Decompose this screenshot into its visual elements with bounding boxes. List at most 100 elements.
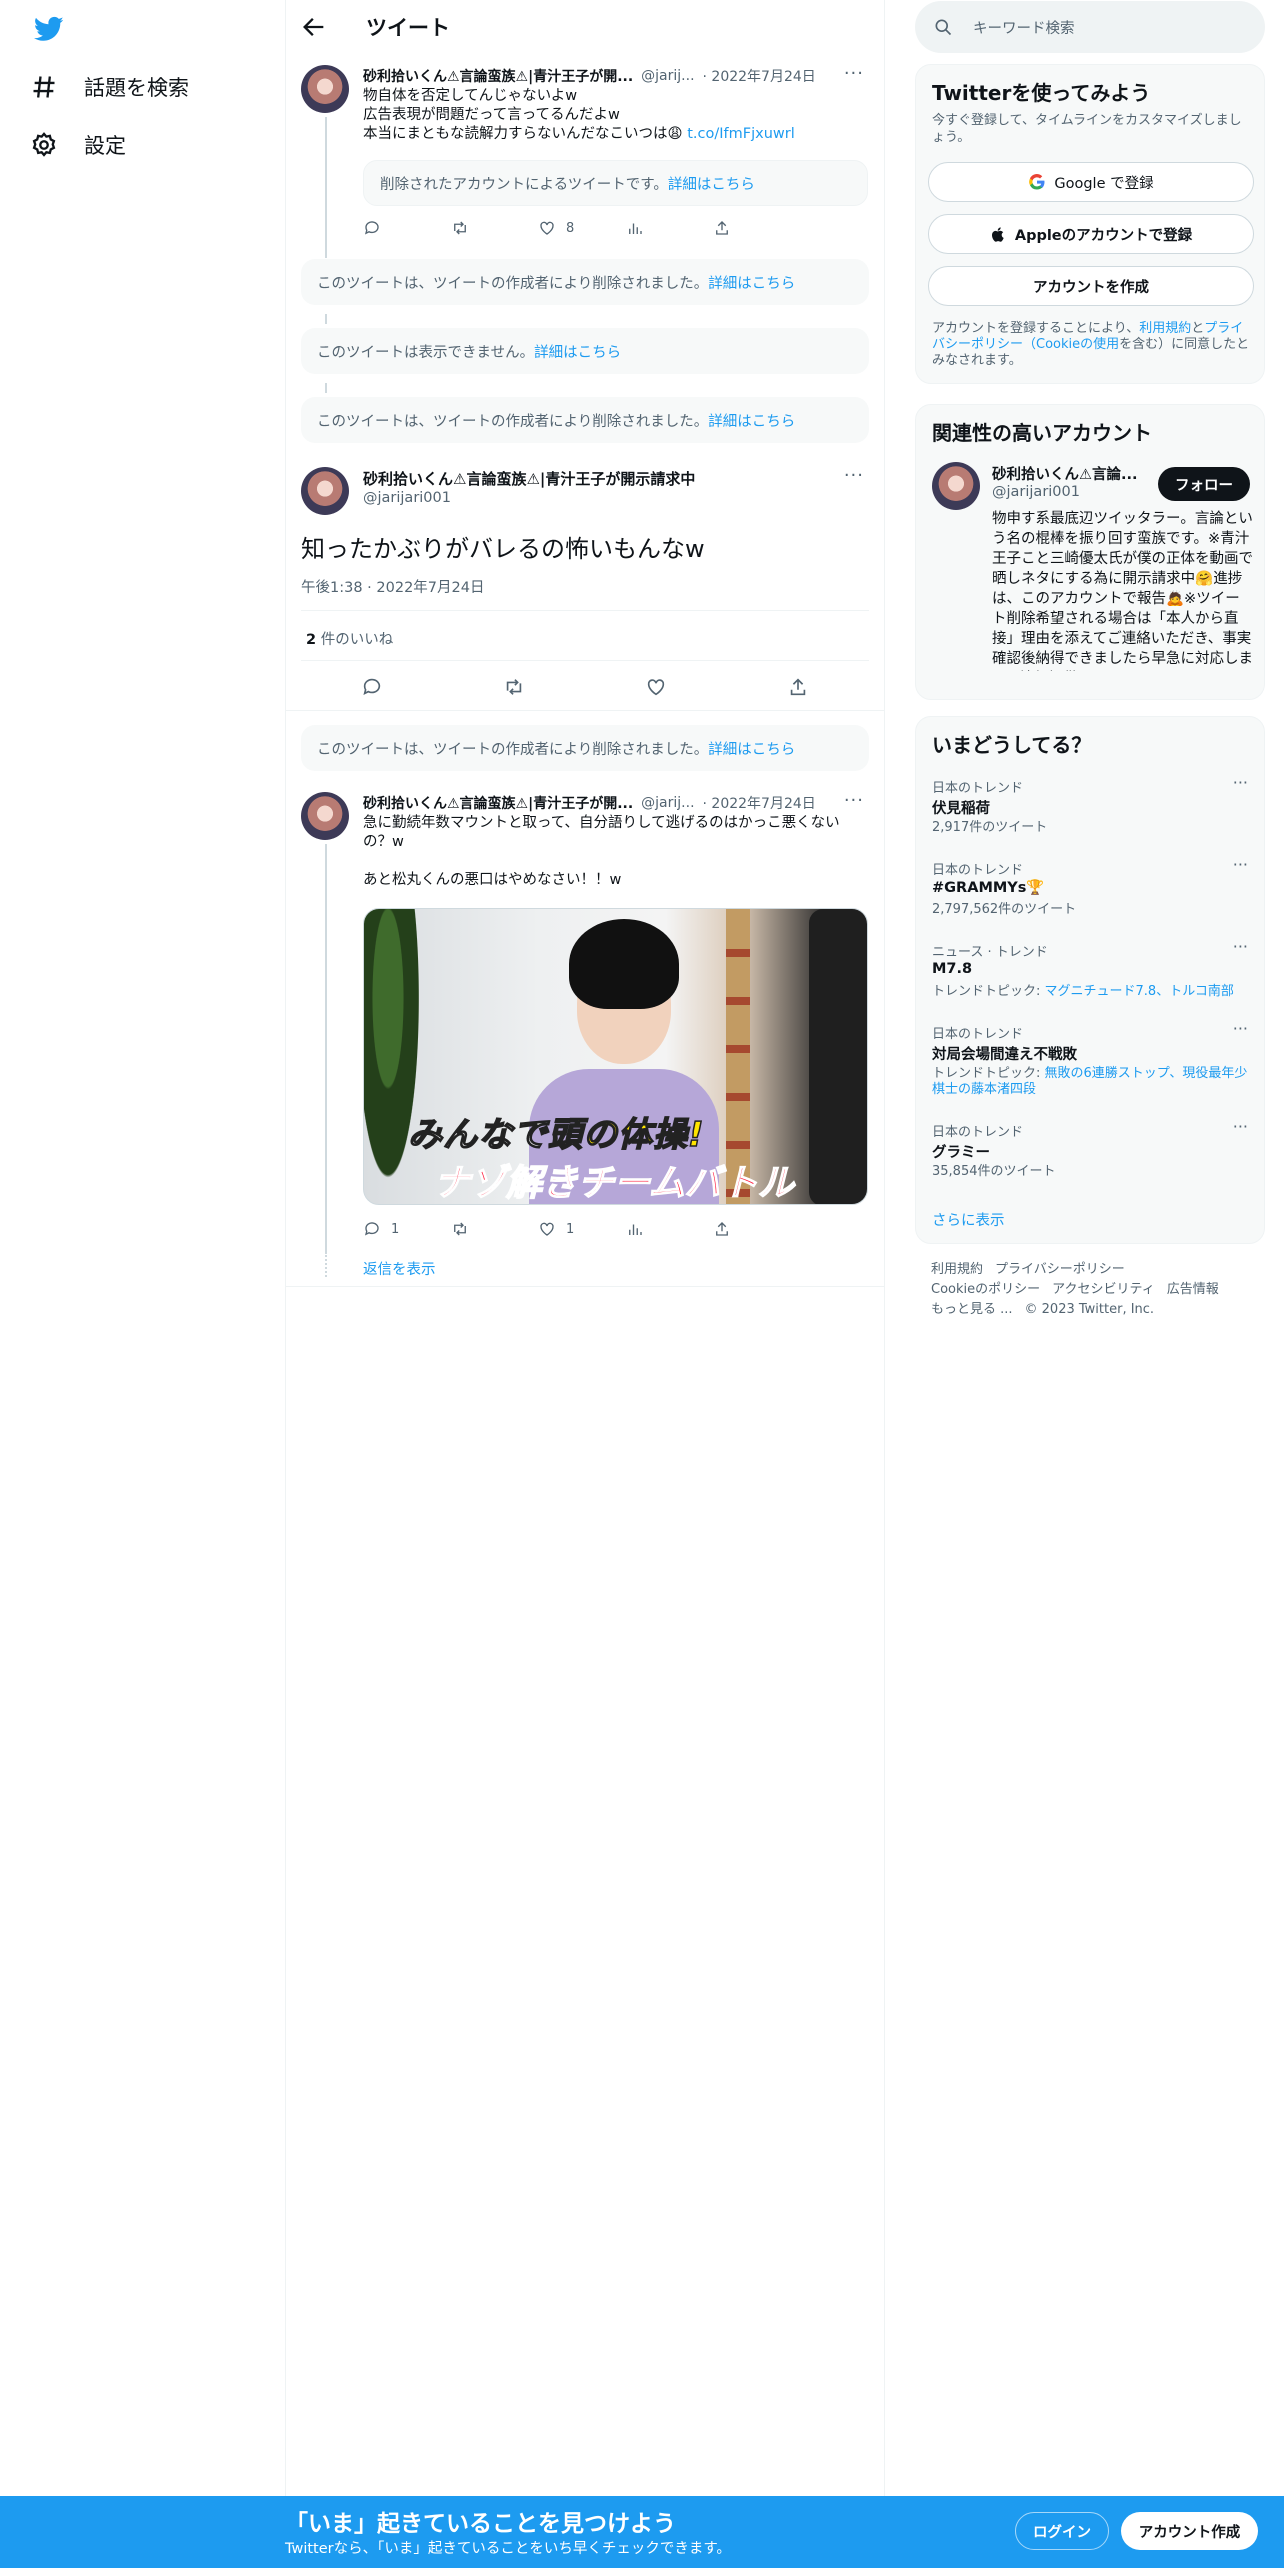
more-icon[interactable]: ··· [1233, 1117, 1248, 1136]
notice-text: このツイートは、ツイートの作成者により削除されました。 [317, 741, 709, 758]
author-name[interactable]: 砂利拾いくん⚠言論蛮族⚠|青汁王子が開示請求中 [363, 468, 695, 489]
footer-privacy-link[interactable]: プライバシーポリシー [995, 1262, 1125, 1277]
more-icon[interactable]: ··· [1233, 855, 1248, 874]
show-replies-link[interactable]: 返信を表示 [363, 1258, 436, 1279]
trend-name[interactable]: M7.8 [932, 961, 972, 977]
copyright: © 2023 Twitter, Inc. [1024, 1302, 1155, 1317]
thread-line [325, 383, 327, 393]
like-button[interactable]: 1 [538, 1218, 618, 1240]
more-icon[interactable]: ··· [1233, 1019, 1248, 1038]
notice-details-link[interactable]: 詳細はこちら [708, 738, 795, 759]
trend-name[interactable]: 対局会場間違え不戦敗 [932, 1043, 1077, 1064]
footer-cookie-link[interactable]: Cookieのポリシー [931, 1282, 1040, 1297]
trend-category: 日本のトレンド [932, 1125, 1024, 1140]
reply-icon[interactable] [361, 676, 383, 698]
trend-meta: 35,854件のツイート [932, 1164, 1056, 1179]
avatar[interactable] [301, 467, 349, 515]
share-button[interactable] [713, 1218, 793, 1240]
thread-line [325, 117, 327, 258]
author-name[interactable]: 砂利拾いくん⚠言論蛮族⚠|青汁王子が開... [363, 793, 633, 813]
tweet-actions: 8 [363, 217, 793, 239]
trend-name[interactable]: #GRAMMYs🏆 [932, 879, 1044, 896]
google-signup-label: Google で登録 [1054, 175, 1154, 192]
apple-signup-button[interactable]: Appleのアカウントで登録 [928, 214, 1254, 254]
search-box[interactable]: キーワード検索 [915, 1, 1265, 53]
tweet-image[interactable]: みんなで頭の体操! ナゾ解きチームバトル [363, 908, 868, 1205]
heart-icon[interactable] [645, 676, 667, 698]
share-icon[interactable] [787, 676, 809, 698]
author-name[interactable]: 砂利拾いくん⚠言論蛮族⚠|青汁王子が開... [363, 66, 633, 86]
share-button[interactable] [713, 217, 793, 239]
related-name[interactable]: 砂利拾いくん⚠言論... [992, 463, 1152, 484]
footer-ads-link[interactable]: 広告情報 [1167, 1282, 1219, 1297]
arrow-left-icon[interactable] [300, 13, 328, 41]
analytics-button[interactable] [626, 217, 706, 239]
google-signup-button[interactable]: Google で登録 [928, 162, 1254, 202]
reply-button[interactable] [363, 217, 443, 239]
more-icon[interactable]: ··· [1233, 937, 1248, 956]
show-more-link[interactable]: さらに表示 [932, 1209, 1005, 1230]
related-handle[interactable]: @jarijari001 [992, 484, 1080, 500]
login-button[interactable]: ログイン [1015, 2512, 1109, 2550]
more-icon[interactable]: ··· [1233, 773, 1248, 792]
trend-name[interactable]: グラミー [932, 1141, 990, 1162]
image-caption-1: みんなで頭の体操! [407, 1107, 705, 1156]
retweet-button[interactable] [451, 1218, 531, 1240]
more-icon[interactable]: ··· [844, 63, 864, 84]
tweet-1[interactable]: 砂利拾いくん⚠言論蛮族⚠|青汁王子が開... @jarij... · 2022年… [286, 53, 884, 258]
notice-details-link[interactable]: 詳細はこちら [534, 341, 621, 362]
tweet-2[interactable]: 砂利拾いくん⚠言論蛮族⚠|青汁王子が開... @jarij... · 2022年… [286, 780, 884, 1286]
terms-link[interactable]: 利用規約 [1139, 321, 1191, 336]
nav-settings[interactable]: 設定 [30, 119, 126, 171]
bar-chart-icon [628, 223, 642, 234]
divider [301, 610, 869, 611]
trend-topic-link[interactable]: マグニチュード7.8、トルコ南部 [1045, 984, 1234, 999]
signup-subtitle: 今すぐ登録して、タイムラインをカスタマイズしましょう。 [932, 113, 1242, 145]
footer-accessibility-link[interactable]: アクセシビリティ [1052, 1282, 1155, 1297]
likes-summary[interactable]: 2 件のいいね [306, 628, 393, 649]
more-icon[interactable]: ··· [844, 465, 864, 486]
quote-details-link[interactable]: 詳細はこちら [668, 173, 755, 194]
retweet-button[interactable] [451, 217, 531, 239]
twitter-bird-icon[interactable] [32, 14, 66, 44]
notice-details-link[interactable]: 詳細はこちら [708, 272, 795, 293]
like-count: 1 [566, 1221, 575, 1237]
tweet-link[interactable]: t.co/IfmFjxuwrl [687, 126, 795, 142]
nav-settings-label: 設定 [84, 134, 126, 158]
author-handle[interactable]: @jarij... [641, 795, 694, 811]
trends-title: いまどうしてる？ [932, 733, 1092, 757]
trend-meta-prefix: トレンドトピック: [932, 984, 1045, 999]
reply-button[interactable]: 1 [363, 1218, 443, 1240]
tweet-text: 急に勤続年数マウントと取って、自分語りして逃げるのはかっこ悪くないの？w あと松… [363, 815, 840, 888]
tweet-date[interactable]: · 2022年7月24日 [703, 793, 816, 813]
trend-name[interactable]: 伏見稲荷 [932, 797, 990, 818]
avatar[interactable] [932, 462, 980, 510]
search-input[interactable]: キーワード検索 [973, 17, 1075, 38]
notice-details-link[interactable]: 詳細はこちら [708, 410, 795, 431]
nav-explore[interactable]: 話題を検索 [30, 61, 189, 113]
author-handle[interactable]: @jarijari001 [363, 490, 451, 506]
footer-more-link[interactable]: もっと見る ... [931, 1302, 1013, 1317]
like-button[interactable]: 8 [538, 217, 618, 239]
signup-button[interactable]: アカウント作成 [1121, 2512, 1258, 2550]
analytics-button[interactable] [626, 1218, 706, 1240]
trend-meta: トレンドトピック: 無敗の6連勝ストップ、現役最年少棋士の藤本渚四段 [932, 1066, 1252, 1098]
avatar[interactable] [301, 65, 349, 113]
footer-terms-link[interactable]: 利用規約 [931, 1262, 983, 1277]
quoted-tweet[interactable]: 削除されたアカウントによるツイートです。 詳細はこちら [363, 160, 868, 206]
tweet-timestamp[interactable]: 午後1:38 · 2022年7月24日 [301, 576, 484, 597]
apple-signup-label: Appleのアカウントで登録 [1014, 227, 1193, 244]
more-icon[interactable]: ··· [844, 790, 864, 811]
retweet-icon[interactable] [503, 676, 525, 698]
author-handle[interactable]: @jarij... [641, 68, 694, 84]
related-bio: 物申す系最底辺ツイッタラー。言論という名の棍棒を振り回す蛮族です。※青汁王子こと… [992, 511, 1253, 667]
follow-button[interactable]: フォロー [1158, 467, 1250, 501]
related-title: 関連性の高いアカウント [932, 421, 1152, 445]
divider [286, 710, 884, 711]
create-account-button[interactable]: アカウントを作成 [928, 266, 1254, 306]
avatar[interactable] [301, 792, 349, 840]
tweet-text-body: 物自体を否定してんじゃないよw 広告表現が問題だって言ってるんだよw 本当にまと… [363, 88, 683, 142]
tweet-date[interactable]: · 2022年7月24日 [703, 66, 816, 86]
banner-subtitle: Twitterなら、「いま」起きていることをいち早くチェックできます。 [285, 2541, 731, 2557]
focused-tweet: 砂利拾いくん⚠言論蛮族⚠|青汁王子が開示請求中 @jarijari001 ···… [286, 455, 884, 710]
